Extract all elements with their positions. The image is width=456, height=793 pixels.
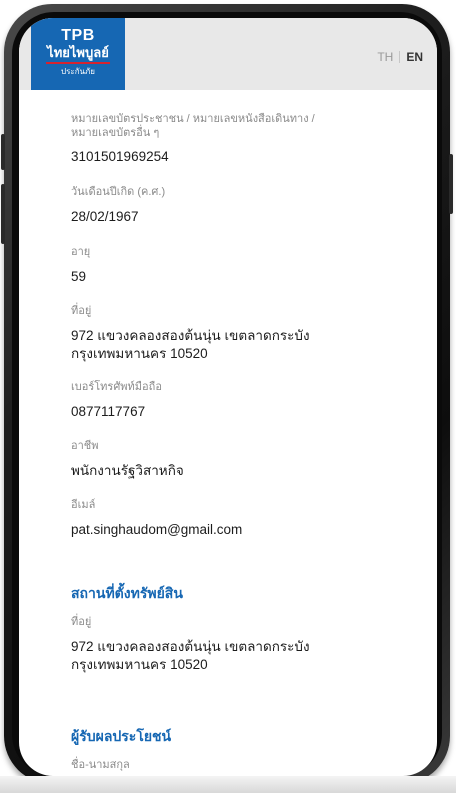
field-value: กรุงเทพมหานคร 10520 [71, 346, 208, 361]
field-value: 59 [71, 269, 87, 284]
bottom-edge [0, 776, 456, 793]
field-value: 972 แขวงคลองสองต้นนุ่น เขตลาดกระบัง [71, 639, 310, 654]
field-value: พนักงานรัฐวิสาหกิจ [71, 463, 184, 478]
lang-th-link[interactable]: TH [377, 50, 393, 64]
field-address: ที่อยู่ 972 แขวงคลองสองต้นนุ่น เขตลาดกระ… [71, 304, 411, 363]
beneficiary-section: ผู้รับผลประโยชน์ ชื่อ-นามสกุล [71, 726, 411, 772]
field-value: 0877117767 [71, 404, 146, 419]
field-value: กรุงเทพมหานคร 10520 [71, 657, 208, 672]
field-value: pat.singhaudom@gmail.com [71, 522, 243, 537]
field-email: อีเมล์ pat.singhaudom@gmail.com [71, 498, 411, 539]
field-label: เบอร์โทรศัพท์มือถือ [71, 381, 162, 393]
logo-text-tpb: TPB [61, 27, 95, 44]
field-id-number: หมายเลขบัตรประชาชน / หมายเลขหนังสือเดินท… [71, 112, 411, 166]
volume-up-button [1, 134, 5, 170]
field-label: อายุ [71, 246, 91, 258]
field-value: 972 แขวงคลองสองต้นนุ่น เขตลาดกระบัง [71, 328, 310, 343]
field-value: 3101501969254 [71, 149, 169, 164]
section-title: สถานที่ตั้งทรัพย์สิน [71, 585, 183, 601]
field-label: ชื่อ-นามสกุล [71, 759, 130, 771]
logo-text-insurance: ประกันภัย [61, 67, 95, 76]
property-location-section: สถานที่ตั้งทรัพย์สิน ที่อยู่ 972 แขวงคลอ… [71, 583, 411, 674]
power-button [449, 154, 453, 214]
logo-text-thai: ไทยไพบูลย์ [47, 45, 109, 60]
field-label: อาชีพ [71, 440, 99, 452]
field-label: หมายเลขบัตรประชาชน / หมายเลขหนังสือเดินท… [71, 113, 315, 125]
field-label: อีเมล์ [71, 499, 96, 511]
field-label: หมายเลขบัตรอื่น ๆ [71, 127, 160, 139]
field-value: 28/02/1967 [71, 209, 139, 224]
app-header: TPB ไทยไพบูลย์ ประกันภัย TH EN [19, 18, 437, 90]
section-title: ผู้รับผลประโยชน์ [71, 728, 172, 744]
field-label: ที่อยู่ [71, 305, 92, 317]
logo-red-line [46, 62, 110, 64]
field-mobile: เบอร์โทรศัพท์มือถือ 0877117767 [71, 380, 411, 421]
field-label: ที่อยู่ [71, 616, 92, 628]
volume-down-button [1, 184, 5, 244]
field-occupation: อาชีพ พนักงานรัฐวิสาหกิจ [71, 439, 411, 480]
language-switcher: TH EN [377, 50, 423, 64]
lang-divider [399, 51, 401, 63]
lang-en-link[interactable]: EN [406, 50, 423, 64]
phone-screen: TPB ไทยไพบูลย์ ประกันภัย TH EN หมายเลขบัต… [19, 18, 437, 776]
field-age: อายุ 59 [71, 245, 411, 286]
field-birthdate: วันเดือนปีเกิด (ค.ศ.) 28/02/1967 [71, 185, 411, 226]
field-label: วันเดือนปีเกิด (ค.ศ.) [71, 186, 166, 198]
tpb-logo[interactable]: TPB ไทยไพบูลย์ ประกันภัย [31, 18, 125, 90]
policy-holder-details: หมายเลขบัตรประชาชน / หมายเลขหนังสือเดินท… [71, 112, 411, 772]
